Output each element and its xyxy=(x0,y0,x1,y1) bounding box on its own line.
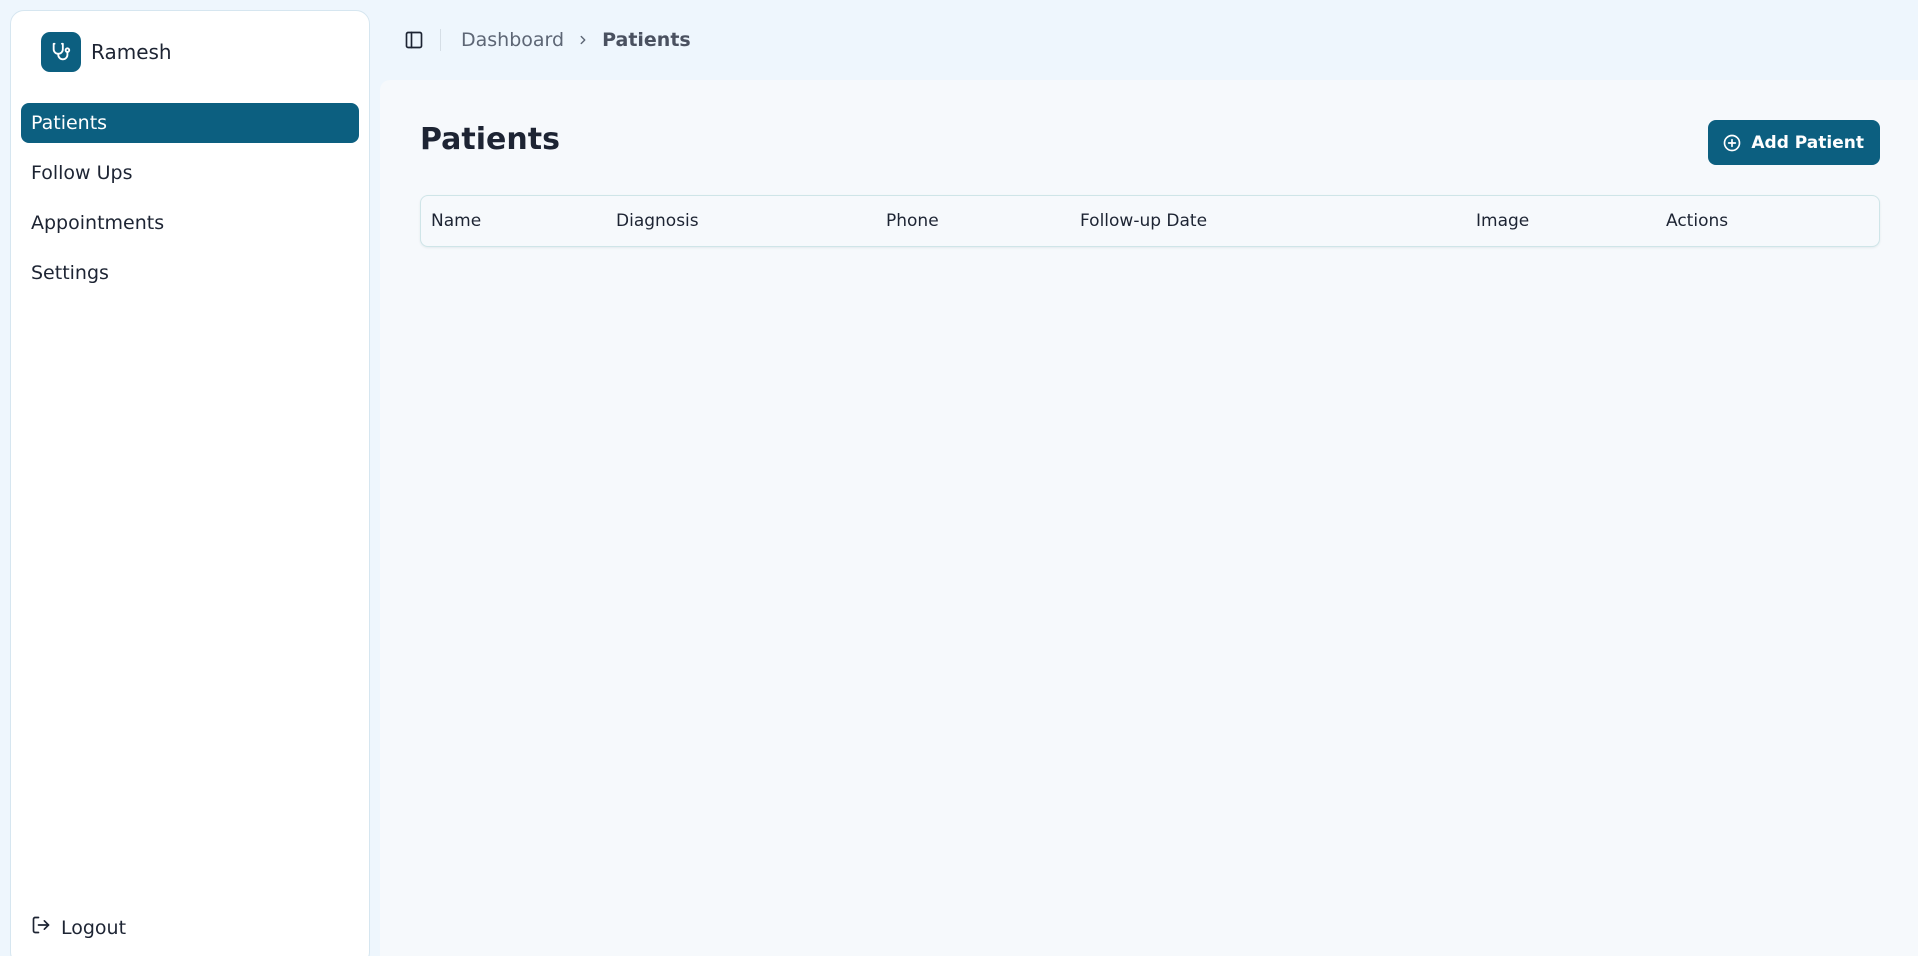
chevron-right-icon xyxy=(576,33,590,47)
column-header-diagnosis: Diagnosis xyxy=(616,211,699,231)
main-content: Patients Add Patient Name Diagnosis Phon… xyxy=(380,80,1918,956)
sidebar-item-appointments[interactable]: Appointments xyxy=(21,203,359,243)
column-header-image: Image xyxy=(1476,211,1530,231)
add-patient-button[interactable]: Add Patient xyxy=(1708,120,1880,165)
sidebar-nav: Patients Follow Ups Appointments Setting… xyxy=(21,103,359,293)
top-header: Dashboard Patients xyxy=(380,0,1918,80)
stethoscope-icon xyxy=(41,32,81,72)
column-header-phone: Phone xyxy=(886,211,939,231)
column-header-follow-up-date: Follow-up Date xyxy=(1080,211,1208,231)
breadcrumb: Dashboard Patients xyxy=(461,29,691,51)
column-header-actions: Actions xyxy=(1666,211,1729,231)
page-title: Patients xyxy=(420,122,560,157)
plus-circle-icon xyxy=(1722,133,1742,153)
patients-table: Name Diagnosis Phone Follow-up Date Imag… xyxy=(420,195,1880,247)
sidebar-item-settings[interactable]: Settings xyxy=(21,253,359,293)
sidebar-toggle-icon[interactable] xyxy=(402,28,426,52)
breadcrumb-patients: Patients xyxy=(602,29,691,51)
logout-button[interactable]: Logout xyxy=(31,915,126,940)
sidebar: Ramesh Patients Follow Ups Appointments … xyxy=(10,10,370,956)
logout-icon xyxy=(31,915,51,940)
brand-name: Ramesh xyxy=(91,40,172,64)
header-divider xyxy=(440,29,441,51)
add-patient-label: Add Patient xyxy=(1751,132,1864,153)
sidebar-item-follow-ups[interactable]: Follow Ups xyxy=(21,153,359,193)
breadcrumb-dashboard[interactable]: Dashboard xyxy=(461,29,564,51)
logout-label: Logout xyxy=(61,916,127,939)
app-root: Ramesh Patients Follow Ups Appointments … xyxy=(0,0,1918,956)
brand: Ramesh xyxy=(21,31,359,73)
column-header-name: Name xyxy=(431,211,482,231)
sidebar-item-patients[interactable]: Patients xyxy=(21,103,359,143)
